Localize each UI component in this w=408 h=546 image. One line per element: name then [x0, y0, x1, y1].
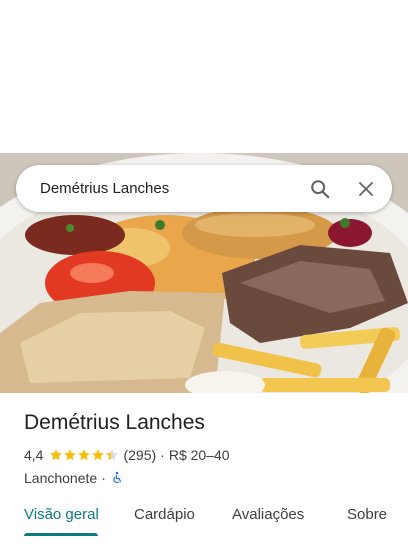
- separator-dot: ·: [160, 447, 165, 463]
- star-icon: [106, 449, 119, 461]
- category-row: Lanchonete ·: [24, 469, 394, 487]
- star-icon: [78, 449, 91, 461]
- tab-about[interactable]: Sobre: [347, 506, 387, 523]
- star-icon: [64, 449, 77, 461]
- wheelchair-accessible-icon: [113, 471, 121, 483]
- separator-dot: ·: [101, 470, 106, 486]
- star-icon: [50, 449, 63, 461]
- map-blank-area: [0, 0, 408, 153]
- tab-overview[interactable]: Visão geral: [24, 506, 99, 523]
- tab-menu[interactable]: Cardápio: [134, 506, 195, 523]
- place-title: Demétrius Lanches: [24, 411, 205, 434]
- place-category[interactable]: Lanchonete: [24, 470, 97, 486]
- place-info: Demétrius Lanches 4,4 (295) · R$ 20–40 L…: [24, 410, 394, 487]
- rating-value: 4,4: [24, 447, 44, 463]
- tab-bar: Visão geral Cardápio Avaliações Sobre: [0, 496, 408, 538]
- search-input[interactable]: Demétrius Lanches: [40, 180, 300, 197]
- star-icon: [92, 449, 105, 461]
- close-icon[interactable]: [346, 169, 386, 209]
- search-icon[interactable]: [300, 169, 340, 209]
- review-count[interactable]: (295): [123, 447, 156, 463]
- star-rating: [49, 448, 119, 462]
- rating-row[interactable]: 4,4 (295) · R$ 20–40: [24, 446, 394, 464]
- price-range: R$ 20–40: [168, 447, 230, 463]
- search-bar[interactable]: Demétrius Lanches: [16, 165, 392, 212]
- active-tab-indicator: [24, 533, 98, 536]
- tab-reviews[interactable]: Avaliações: [232, 506, 304, 523]
